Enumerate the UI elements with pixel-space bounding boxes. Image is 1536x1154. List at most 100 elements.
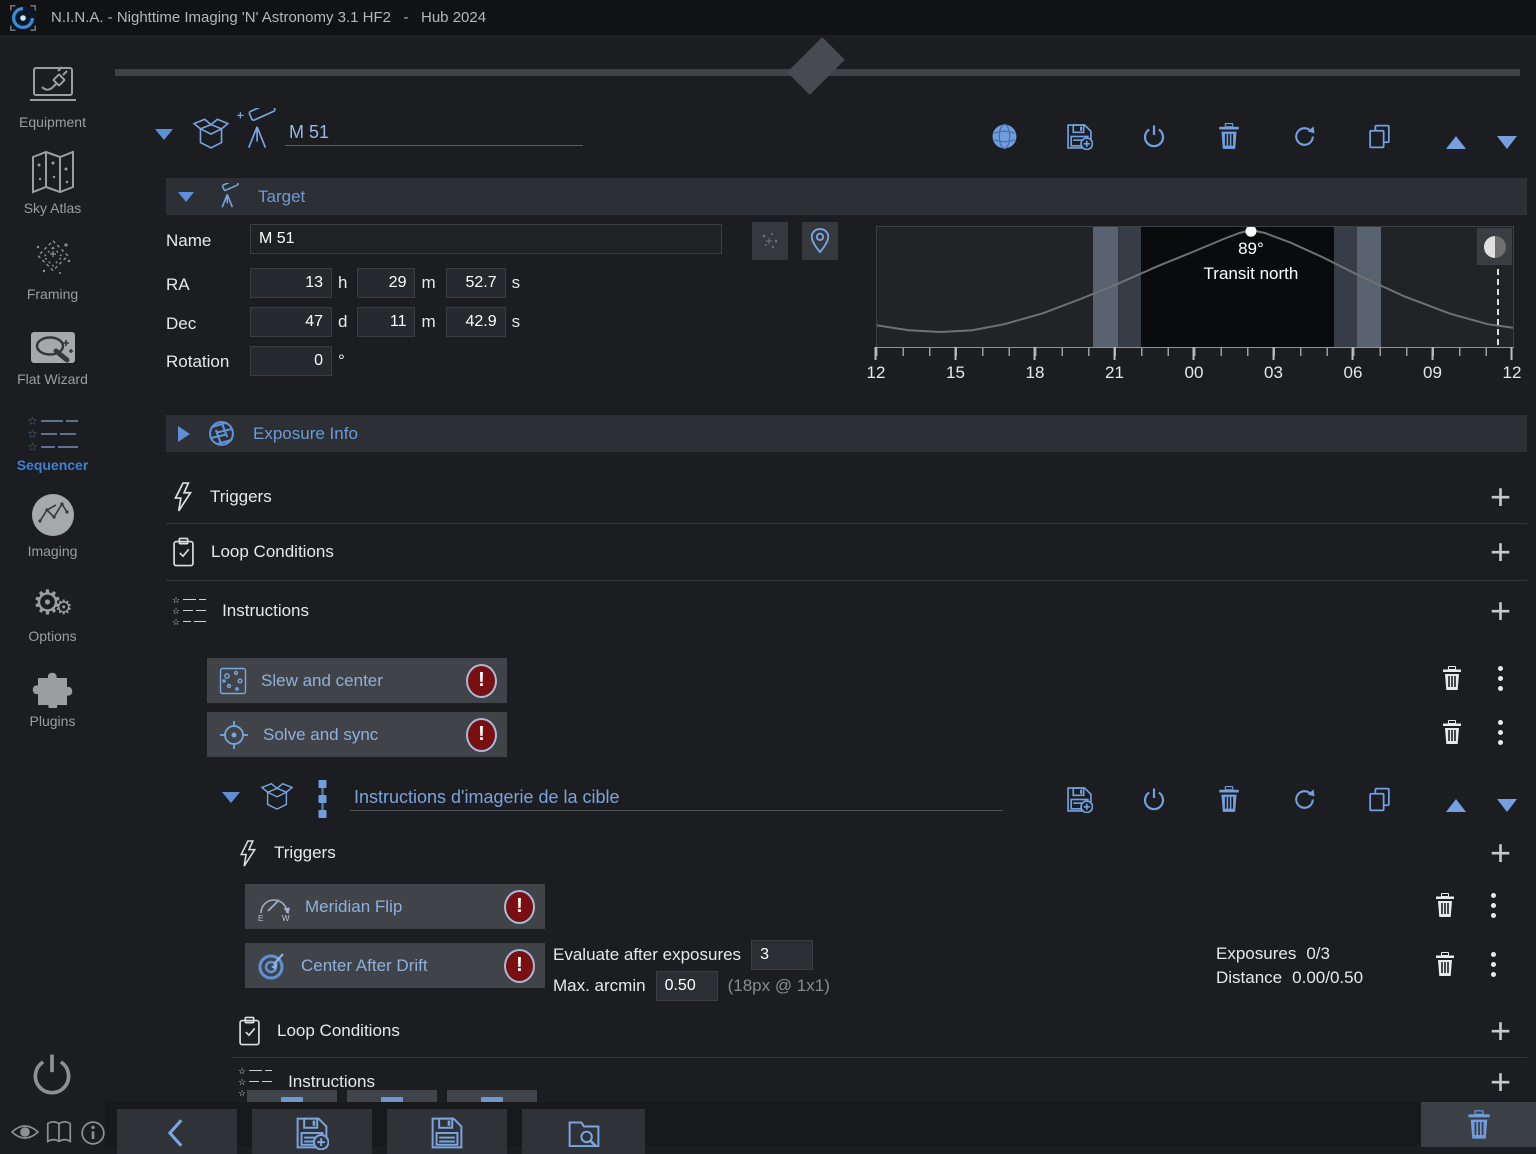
copy-nested-button[interactable] — [1363, 783, 1395, 815]
move-sequence-down-button[interactable] — [1491, 126, 1523, 158]
sidebar-item-framing[interactable]: Framing — [0, 224, 105, 302]
reset-nested-progress-button[interactable] — [1288, 783, 1320, 815]
move-nested-up-button[interactable] — [1440, 789, 1472, 821]
save-as-nested-button[interactable] — [1063, 783, 1095, 815]
target-panel-header[interactable]: Target — [166, 178, 1527, 215]
add-nested-loop-condition-button[interactable]: + — [1490, 1013, 1511, 1049]
sequence-container-icon — [192, 114, 230, 155]
sidebar-item-label: Sky Atlas — [23, 200, 82, 216]
window-title: N.I.N.A. - Nighttime Imaging 'N' Astrono… — [51, 9, 487, 26]
add-instruction-button[interactable]: + — [1490, 592, 1511, 628]
set-coordinates-from-location-button[interactable] — [802, 222, 838, 260]
location-pin-icon — [810, 228, 830, 254]
power-icon — [33, 1054, 71, 1095]
rotation-input[interactable] — [250, 346, 332, 376]
sidebar-item-sky-atlas[interactable]: Sky Atlas — [0, 138, 105, 216]
add-loop-condition-button[interactable]: + — [1490, 534, 1511, 570]
reset-sequence-power-button[interactable] — [1138, 120, 1170, 152]
move-nested-down-button[interactable] — [1491, 789, 1523, 821]
drag-to-delete-zone[interactable] — [1421, 1102, 1536, 1147]
save-as-sequence-file-button[interactable] — [252, 1109, 372, 1154]
add-trigger-button[interactable]: + — [1490, 478, 1511, 514]
delete-nested-button[interactable] — [1213, 783, 1245, 815]
validation-error-badge: ! — [466, 717, 497, 752]
splitter-handle[interactable] — [787, 37, 845, 95]
save-as-icon — [1066, 786, 1093, 813]
loop-conditions-section-label: Loop Conditions — [211, 542, 334, 561]
ra-hours-input[interactable] — [250, 268, 332, 298]
trash-icon — [1467, 1110, 1490, 1139]
save-sequence-file-button[interactable] — [387, 1109, 507, 1154]
expand-exposure-info-toggle[interactable] — [178, 425, 190, 442]
solve-and-sync-menu-button[interactable] — [1498, 720, 1503, 745]
show-in-planetarium-button[interactable] — [988, 120, 1020, 152]
redo-icon — [1294, 788, 1314, 809]
delete-slew-and-center-button[interactable] — [1441, 666, 1463, 696]
ra-inputs-row: h m s — [250, 268, 520, 298]
copy-sequence-button[interactable] — [1363, 120, 1395, 152]
sidebar-item-equipment[interactable]: Equipment — [0, 52, 105, 130]
import-framing-button[interactable] — [752, 222, 788, 260]
slew-and-center-menu-button[interactable] — [1498, 666, 1503, 691]
evaluate-after-exposures-label: Evaluate after exposures — [553, 945, 742, 964]
dec-seconds-unit: s — [511, 312, 521, 331]
ra-minutes-unit: m — [421, 273, 436, 292]
triggers-section-label: Triggers — [210, 486, 272, 506]
target-name-input[interactable] — [250, 224, 722, 254]
sidebar-item-plugins[interactable]: Plugins — [0, 651, 105, 729]
nested-sequence-title-input[interactable] — [350, 785, 1003, 811]
max-arcmin-input[interactable] — [655, 971, 718, 1001]
ra-minutes-input[interactable] — [357, 268, 416, 298]
nested-triggers-label: Triggers — [274, 843, 336, 862]
add-nested-trigger-button[interactable]: + — [1490, 835, 1511, 871]
lightning-icon — [174, 481, 193, 511]
axis-tick-label: 12 — [1502, 363, 1522, 382]
watch-button[interactable] — [10, 1122, 40, 1147]
planetarium-globe-icon — [992, 123, 1016, 149]
reset-progress-button[interactable] — [1288, 120, 1320, 152]
sidebar-item-flat-wizard[interactable]: Flat Wizard — [0, 309, 105, 387]
center-after-drift-menu-button[interactable] — [1491, 952, 1496, 977]
axis-tick-label: 15 — [946, 363, 965, 382]
dec-minutes-input[interactable] — [357, 307, 416, 337]
sidebar-item-options[interactable]: ⚙⚙ Options — [0, 566, 105, 644]
dec-degrees-input[interactable] — [250, 307, 332, 337]
delete-meridian-flip-button[interactable] — [1434, 893, 1456, 923]
trigger-meridian-flip[interactable]: E W Meridian Flip ! — [245, 884, 545, 929]
delete-center-after-drift-button[interactable] — [1434, 952, 1456, 982]
sidebar-item-sequencer[interactable]: ☆ ☆ ☆ Sequencer — [0, 395, 105, 473]
sidebar-item-label: Framing — [26, 286, 79, 302]
exposure-info-header[interactable]: Exposure Info — [166, 415, 1527, 452]
moon-phase-button[interactable] — [1477, 228, 1512, 265]
plate-solve-stars-icon — [219, 667, 247, 694]
sequence-title-input[interactable] — [285, 120, 583, 146]
trigger-center-after-drift[interactable]: Center After Drift ! — [245, 943, 545, 988]
collapse-nested-sequence-toggle[interactable] — [222, 792, 240, 803]
sidebar-item-imaging[interactable]: Imaging — [0, 481, 105, 559]
save-as-sequence-button[interactable] — [1063, 120, 1095, 152]
delete-sequence-button[interactable] — [1213, 120, 1245, 152]
meridian-flip-menu-button[interactable] — [1491, 893, 1496, 918]
reset-nested-power-button[interactable] — [1138, 783, 1170, 815]
max-arcmin-label: Max. arcmin — [553, 976, 646, 995]
dec-inputs-row: d m s — [250, 307, 520, 337]
dec-seconds-input[interactable] — [445, 307, 506, 337]
move-sequence-up-button[interactable] — [1440, 126, 1472, 158]
instruction-solve-and-sync[interactable]: Solve and sync ! — [207, 712, 507, 757]
about-button[interactable] — [80, 1120, 106, 1151]
book-icon — [46, 1120, 72, 1143]
collapse-target-toggle[interactable] — [178, 191, 194, 202]
open-sequence-file-button[interactable] — [522, 1109, 645, 1154]
exit-power-button[interactable] — [28, 1050, 76, 1103]
instruction-slew-and-center[interactable]: Slew and center ! — [207, 658, 507, 703]
evaluate-after-exposures-input[interactable] — [751, 940, 814, 970]
add-nested-instruction-button[interactable]: + — [1490, 1063, 1511, 1099]
collapse-sequence-toggle[interactable] — [155, 129, 173, 140]
documentation-button[interactable] — [44, 1118, 74, 1151]
back-button[interactable] — [117, 1109, 237, 1154]
delete-solve-and-sync-button[interactable] — [1441, 720, 1463, 750]
evaluate-after-exposures-row: Evaluate after exposures — [553, 940, 814, 970]
copy-icon — [1368, 124, 1390, 148]
ra-seconds-input[interactable] — [445, 268, 506, 298]
time-axis: 12 15 18 21 00 03 06 09 12 — [867, 347, 1521, 393]
